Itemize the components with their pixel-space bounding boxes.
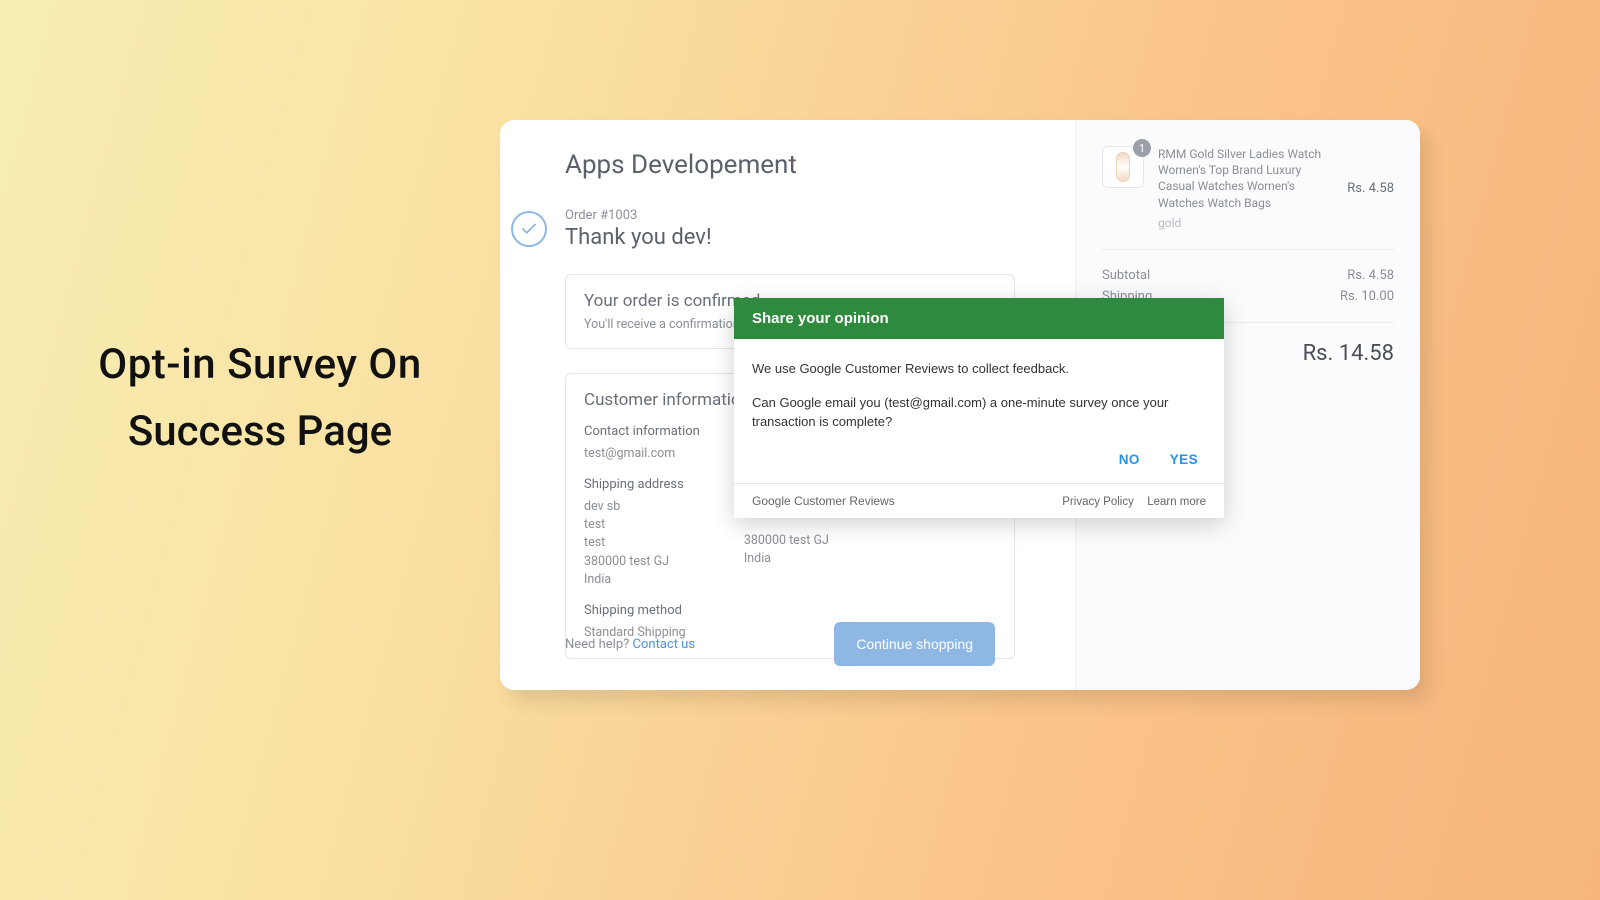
shipping-method-label: Shipping method <box>584 603 996 618</box>
total-value: Rs. 14.58 <box>1303 341 1394 366</box>
watch-icon <box>1116 152 1130 182</box>
subtotal-value: Rs. 4.58 <box>1347 268 1394 283</box>
survey-intro-text: We use Google Customer Reviews to collec… <box>752 359 1206 379</box>
product-variant: gold <box>1158 215 1333 231</box>
learn-more-link[interactable]: Learn more <box>1147 496 1206 508</box>
shipping-address-label: Shipping address <box>584 477 684 492</box>
product-thumbnail: 1 <box>1102 146 1144 188</box>
store-name: Apps Developement <box>565 150 1015 180</box>
survey-header: Share your opinion <box>734 298 1224 339</box>
caption-line-2: Success Page <box>70 407 450 456</box>
need-help-text: Need help? Contact us <box>565 637 695 652</box>
shipping-address-value: dev sb test test 380000 test GJ India <box>584 498 684 589</box>
shipping-value: Rs. 10.00 <box>1340 289 1394 304</box>
thank-you-row: Order #1003 Thank you dev! <box>511 208 1015 250</box>
thank-you-text: Thank you dev! <box>565 225 712 250</box>
survey-yes-button[interactable]: YES <box>1170 452 1198 467</box>
billing-address-value: 380000 test GJ India <box>744 532 829 568</box>
opt-in-survey-modal: Share your opinion We use Google Custome… <box>734 298 1224 518</box>
subtotal-label: Subtotal <box>1102 268 1150 283</box>
checkmark-icon <box>511 211 547 247</box>
footer-row: Need help? Contact us Continue shopping <box>565 622 995 666</box>
product-price: Rs. 4.58 <box>1347 181 1394 196</box>
quantity-badge: 1 <box>1133 139 1151 157</box>
privacy-policy-link[interactable]: Privacy Policy <box>1062 496 1134 508</box>
product-title: RMM Gold Silver Ladies Watch Women's Top… <box>1158 146 1333 211</box>
contact-us-link[interactable]: Contact us <box>633 637 696 652</box>
promo-caption: Opt-in Survey On Success Page <box>70 340 450 456</box>
caption-line-1: Opt-in Survey On <box>70 340 450 389</box>
continue-shopping-button[interactable]: Continue shopping <box>834 622 995 666</box>
order-number: Order #1003 <box>565 208 712 223</box>
survey-no-button[interactable]: NO <box>1119 452 1140 467</box>
line-item: 1 RMM Gold Silver Ladies Watch Women's T… <box>1102 146 1394 231</box>
survey-brand: Google Customer Reviews <box>752 494 895 508</box>
survey-question-text: Can Google email you (test@gmail.com) a … <box>752 393 1206 432</box>
